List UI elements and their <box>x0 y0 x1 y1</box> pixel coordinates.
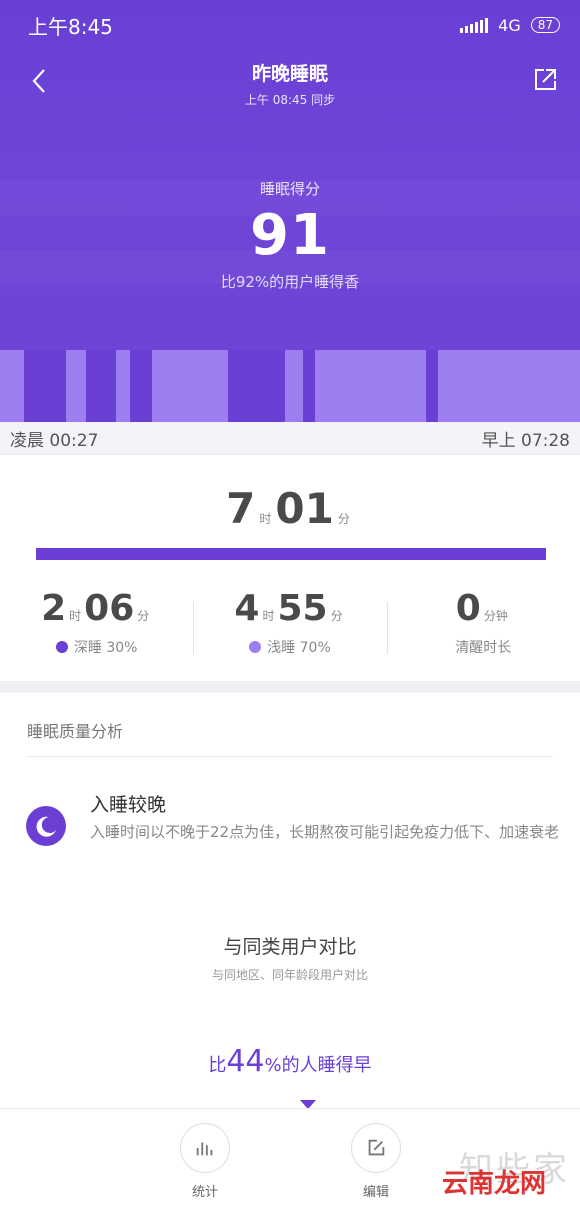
compare-percent: 44 <box>226 1044 265 1079</box>
battery-icon: 87 <box>530 17 560 33</box>
sleep-end-time: 早上 07:28 <box>481 430 570 451</box>
minute-unit: 分 <box>337 512 350 526</box>
section-divider <box>0 681 580 693</box>
total-sleep: 7 时01 分 <box>0 484 580 533</box>
nav-bar: 昨晚睡眠 上午 08:45 同步 <box>0 55 580 115</box>
minute-unit: 分钟 <box>483 609 508 623</box>
deep-sleep-stat: 2 时06 分 深睡 30% <box>0 588 193 668</box>
light-sleep-segment <box>0 350 24 422</box>
sleep-header: 上午8:45 4G 87 昨晚睡眠 上午 08:45 同步 睡眠得分 91 比9… <box>0 0 580 422</box>
sleep-time-range: 凌晨 00:27 早上 07:28 <box>0 422 580 455</box>
deep-sleep-segment <box>228 350 285 422</box>
minute-unit: 分 <box>330 609 343 623</box>
insight-title: 入睡较晚 <box>90 794 167 816</box>
bar-chart-icon <box>180 1123 230 1173</box>
total-minutes: 01 <box>275 484 334 533</box>
light-sleep-segment <box>285 350 303 422</box>
light-sleep-segment <box>66 350 86 422</box>
sync-time: 上午 08:45 同步 <box>244 93 336 107</box>
network-type: 4G <box>498 15 521 35</box>
analysis-section-title: 睡眠质量分析 <box>27 722 124 741</box>
status-time: 上午8:45 <box>28 14 113 39</box>
deep-minutes: 06 <box>84 588 135 629</box>
light-sleep-label: 浅睡 70% <box>267 640 331 656</box>
light-sleep-segment <box>152 350 228 422</box>
light-sleep-segment <box>438 350 580 422</box>
awake-label: 清醒时长 <box>455 640 512 656</box>
hour-unit: 时 <box>262 609 275 623</box>
hour-unit: 时 <box>259 512 272 526</box>
light-sleep-segment <box>116 350 130 422</box>
deep-hours: 2 <box>41 588 67 629</box>
share-icon[interactable] <box>530 65 560 95</box>
total-hours: 7 <box>226 484 256 533</box>
total-sleep-bar <box>36 548 546 560</box>
light-minutes: 55 <box>277 588 328 629</box>
deep-sleep-dot <box>55 641 68 653</box>
watermark-yunnanlongwang: 云南龙网 <box>441 1169 546 1199</box>
compare-suffix: %的人睡得早 <box>264 1055 372 1076</box>
deep-sleep-segment <box>303 350 315 422</box>
status-right: 4G 87 <box>460 16 560 35</box>
light-hours: 4 <box>234 588 260 629</box>
tab-statistics[interactable]: 统计 <box>175 1123 235 1200</box>
minute-unit: 分 <box>137 609 150 623</box>
sleep-start-time: 凌晨 00:27 <box>10 430 99 451</box>
light-sleep-dot <box>249 641 262 653</box>
deep-sleep-segment <box>426 350 438 422</box>
awake-minutes: 0 <box>455 588 481 629</box>
compare-title: 与同类用户对比 <box>223 936 357 958</box>
light-sleep-segment <box>315 350 426 422</box>
compare-subtitle: 与同地区、同年龄段用户对比 <box>211 968 368 982</box>
awake-stat: 0 分钟 清醒时长 <box>386 588 580 668</box>
signal-icon <box>460 17 489 33</box>
hour-unit: 时 <box>69 609 82 623</box>
status-bar: 上午8:45 4G 87 <box>28 8 560 42</box>
sleep-stats: 2 时06 分 深睡 30% 4 时55 分 浅睡 70% 0 分钟 清醒时长 <box>0 588 580 668</box>
deep-sleep-segment <box>24 350 66 422</box>
deep-sleep-segment <box>130 350 152 422</box>
edit-icon <box>351 1123 401 1173</box>
tab-edit-label: 编辑 <box>362 1185 389 1200</box>
score-label: 睡眠得分 <box>259 180 320 198</box>
score-block: 睡眠得分 91 比92%的用户睡得香 <box>0 178 580 292</box>
compare-result: 比44%的人睡得早 <box>0 1044 580 1079</box>
score-compare: 比92%的用户睡得香 <box>220 273 360 291</box>
title-area: 昨晚睡眠 上午 08:45 同步 <box>0 59 580 108</box>
deep-sleep-label: 深睡 30% <box>73 640 138 656</box>
tab-edit[interactable]: 编辑 <box>346 1123 406 1200</box>
sleep-stage-chart <box>0 350 580 422</box>
sleep-score: 91 <box>250 203 330 268</box>
section-line <box>27 756 553 757</box>
tab-statistics-label: 统计 <box>191 1185 218 1200</box>
deep-sleep-segment <box>86 350 116 422</box>
page-title: 昨晚睡眠 <box>251 63 328 85</box>
compare-prefix: 比 <box>208 1055 227 1076</box>
moon-icon <box>26 806 66 846</box>
light-sleep-stat: 4 时55 分 浅睡 70% <box>193 588 386 668</box>
insight-description: 入睡时间以不晚于22点为佳，长期熬夜可能引起免疫力低下、加速衰老 <box>90 823 560 841</box>
